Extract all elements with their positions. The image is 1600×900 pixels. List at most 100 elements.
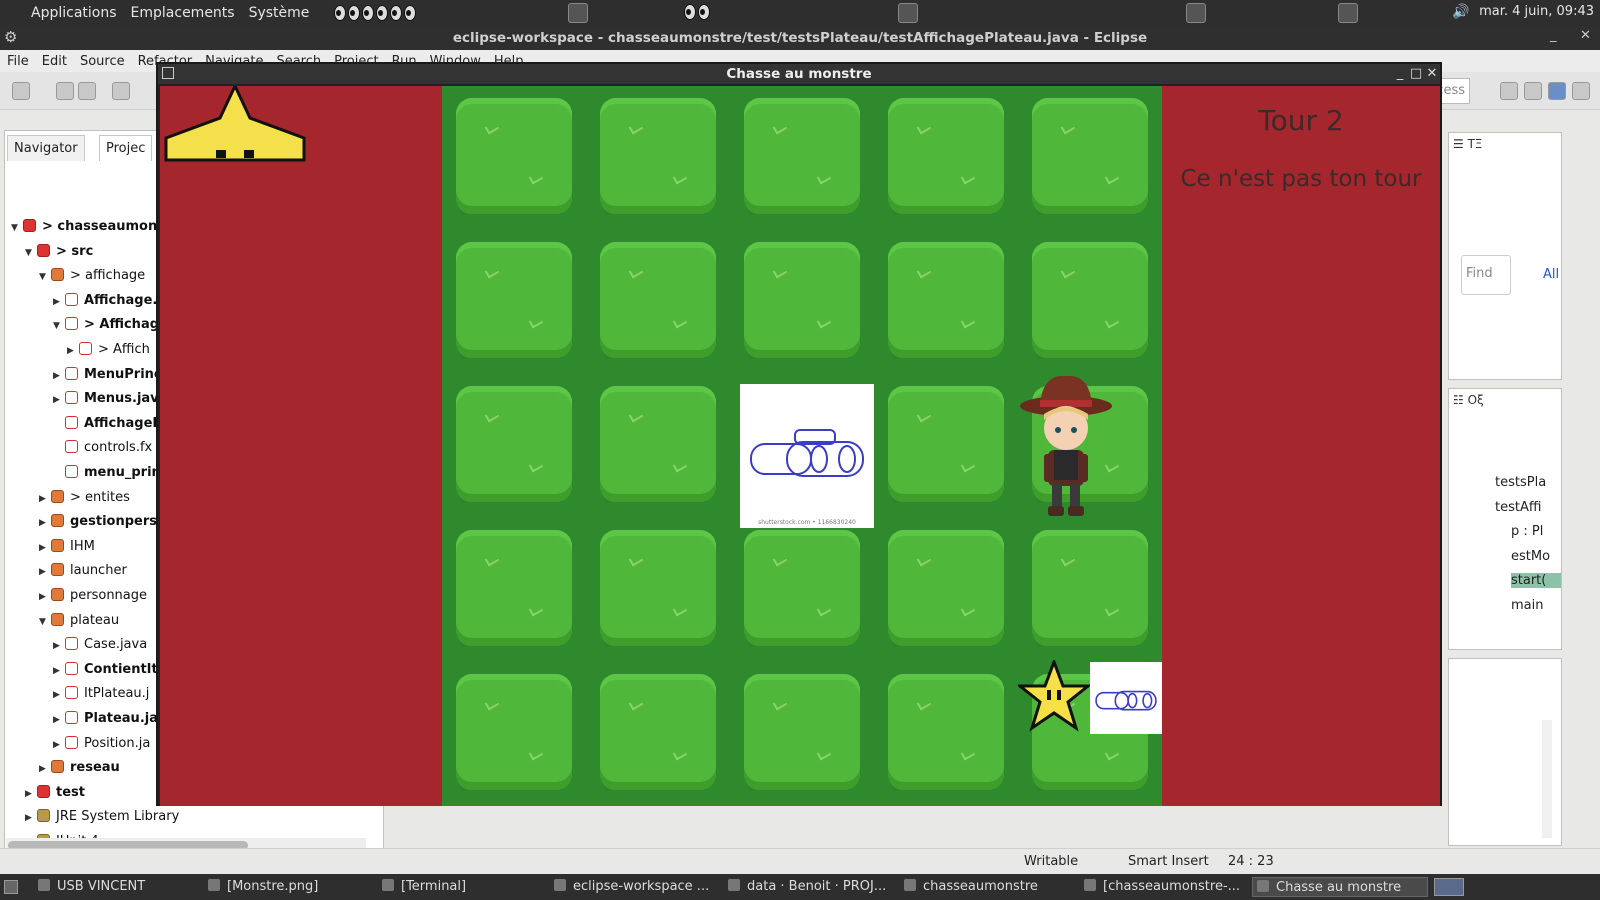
collapsed-arrow-icon[interactable]: ▶ — [25, 806, 37, 830]
editor-vertical-scrollbar[interactable] — [1542, 720, 1552, 838]
save-all-icon[interactable] — [78, 82, 96, 100]
tree-item[interactable]: ▶ ItPlateau.j — [53, 682, 149, 706]
tree-item[interactable]: ▼ > chasseaumons — [11, 215, 165, 239]
collapsed-arrow-icon[interactable]: ▶ — [53, 364, 65, 388]
tree-item[interactable]: ▼ plateau — [39, 609, 119, 633]
bush-tile[interactable] — [1032, 242, 1148, 358]
bush-tile[interactable] — [456, 530, 572, 646]
tree-item[interactable]: ▶ IHM — [39, 535, 95, 559]
outline-tab[interactable]: ☷ Oξ — [1453, 393, 1484, 407]
bush-tile[interactable] — [456, 242, 572, 358]
outline-item[interactable]: estMo — [1511, 549, 1550, 564]
collapsed-arrow-icon[interactable]: ▶ — [39, 511, 51, 535]
bush-tile[interactable] — [456, 386, 572, 502]
editor-launcher-icon[interactable] — [1186, 3, 1206, 23]
bush-tile[interactable] — [888, 386, 1004, 502]
expanded-arrow-icon[interactable]: ▼ — [39, 265, 51, 289]
clock[interactable]: mar. 4 juin, 09:43 — [1479, 4, 1594, 19]
tree-item[interactable]: ▼ > Affichag — [53, 313, 159, 337]
tree-item[interactable]: ▶ ContientIte — [53, 658, 167, 682]
tab-navigator[interactable]: Navigator — [7, 135, 85, 161]
outline-item[interactable]: testsPla — [1495, 475, 1546, 490]
tree-item[interactable]: menu_prin — [53, 461, 161, 485]
eclipse-minimize-button[interactable]: _ — [1550, 28, 1557, 43]
game-window-menu-icon[interactable] — [162, 67, 174, 79]
task-terminal[interactable]: [Terminal] — [382, 877, 550, 897]
tree-item[interactable]: controls.fx — [53, 436, 152, 460]
bush-tile[interactable] — [888, 530, 1004, 646]
bush-tile[interactable] — [600, 386, 716, 502]
eclipse-close-button[interactable]: ✕ — [1580, 28, 1591, 43]
collapsed-arrow-icon[interactable]: ▶ — [53, 708, 65, 732]
collapsed-arrow-icon[interactable]: ▶ — [53, 290, 65, 314]
collapsed-arrow-icon[interactable]: ▶ — [25, 782, 37, 806]
task-usb[interactable]: USB VINCENT — [38, 877, 204, 897]
collapsed-arrow-icon[interactable]: ▶ — [39, 585, 51, 609]
outline-item[interactable]: p : Pl — [1511, 524, 1543, 539]
terminal-launcher-icon[interactable] — [898, 3, 918, 23]
collapsed-arrow-icon[interactable]: ▶ — [53, 683, 65, 707]
task-monstre-png[interactable]: [Monstre.png] — [208, 877, 378, 897]
tree-item[interactable]: ▶ Plateau.jav — [53, 707, 166, 731]
tree-item[interactable]: ▶ JRE System Library — [25, 805, 179, 829]
game-close-button[interactable]: ✕ — [1424, 66, 1440, 81]
bush-tile[interactable] — [888, 242, 1004, 358]
collapsed-arrow-icon[interactable]: ▶ — [39, 536, 51, 560]
show-desktop-icon[interactable] — [4, 880, 18, 894]
tree-item[interactable]: ▶ personnage — [39, 584, 147, 608]
menu-file[interactable]: File — [0, 54, 35, 69]
collapsed-arrow-icon[interactable]: ▶ — [53, 659, 65, 683]
bush-tile[interactable] — [744, 530, 860, 646]
xeyes-icon[interactable] — [334, 5, 417, 21]
run-icon[interactable] — [112, 82, 130, 100]
all-filter-link[interactable]: All — [1543, 267, 1559, 282]
git-perspective-icon[interactable] — [1572, 82, 1590, 100]
game-minimize-button[interactable]: _ — [1392, 66, 1408, 81]
bush-tile[interactable] — [600, 98, 716, 214]
bush-tile[interactable] — [456, 98, 572, 214]
expanded-arrow-icon[interactable]: ▼ — [53, 314, 65, 338]
bush-tile[interactable] — [888, 674, 1004, 790]
task-game-window[interactable]: Chasse au monstre — [1252, 877, 1428, 897]
menu-edit[interactable]: Edit — [35, 54, 73, 69]
collapsed-arrow-icon[interactable]: ▶ — [39, 757, 51, 781]
bush-tile[interactable] — [600, 242, 716, 358]
tree-item[interactable]: ▼ > affichage — [39, 264, 145, 288]
bush-tile[interactable] — [1032, 530, 1148, 646]
volume-icon[interactable]: 🔊 — [1452, 4, 1469, 20]
binoculars-card[interactable]: shutterstock.com • 1166830240 — [740, 384, 874, 528]
outline-item[interactable]: start( — [1511, 573, 1561, 589]
tree-item[interactable]: ▶ Case.java — [53, 633, 147, 657]
system-menu[interactable]: Système — [242, 5, 317, 21]
menu-source[interactable]: Source — [73, 54, 131, 69]
bush-tile[interactable] — [600, 674, 716, 790]
bush-tile[interactable] — [600, 530, 716, 646]
task-eclipse[interactable]: eclipse-workspace ... — [554, 877, 724, 897]
tree-item[interactable]: ▶ launcher — [39, 559, 127, 583]
game-maximize-button[interactable]: □ — [1408, 66, 1424, 81]
applications-menu[interactable]: Applications — [24, 5, 124, 21]
perspective-icon[interactable] — [1500, 82, 1518, 100]
monkey-launcher-icon[interactable] — [1338, 3, 1358, 23]
workspace-switcher[interactable] — [1434, 878, 1464, 896]
collapsed-arrow-icon[interactable]: ▶ — [67, 339, 79, 363]
tree-item[interactable]: ▶ gestionperso — [39, 510, 166, 534]
collapsed-arrow-icon[interactable]: ▶ — [53, 733, 65, 757]
collapsed-arrow-icon[interactable]: ▶ — [39, 560, 51, 584]
bush-tile[interactable] — [744, 674, 860, 790]
task-browser[interactable]: data · Benoit · PROJ... — [728, 877, 900, 897]
new-icon[interactable] — [12, 82, 30, 100]
task-list-tab[interactable]: ☰ TΞ — [1453, 137, 1482, 151]
tree-item[interactable]: ▶ > entites — [39, 486, 130, 510]
collapsed-arrow-icon[interactable]: ▶ — [39, 487, 51, 511]
outline-item[interactable]: main — [1511, 598, 1543, 613]
task-file-manager[interactable]: chasseaumonstre — [904, 877, 1080, 897]
outline-item[interactable]: testAffi — [1495, 500, 1541, 515]
tree-item[interactable]: ▶ reseau — [39, 756, 120, 780]
bush-tile[interactable] — [1032, 98, 1148, 214]
places-menu[interactable]: Emplacements — [124, 5, 242, 21]
find-field[interactable]: Find — [1461, 255, 1511, 295]
bush-tile[interactable] — [744, 242, 860, 358]
tree-item[interactable]: ▼ > src — [25, 240, 93, 264]
tree-item[interactable]: AffichageP — [53, 412, 162, 436]
